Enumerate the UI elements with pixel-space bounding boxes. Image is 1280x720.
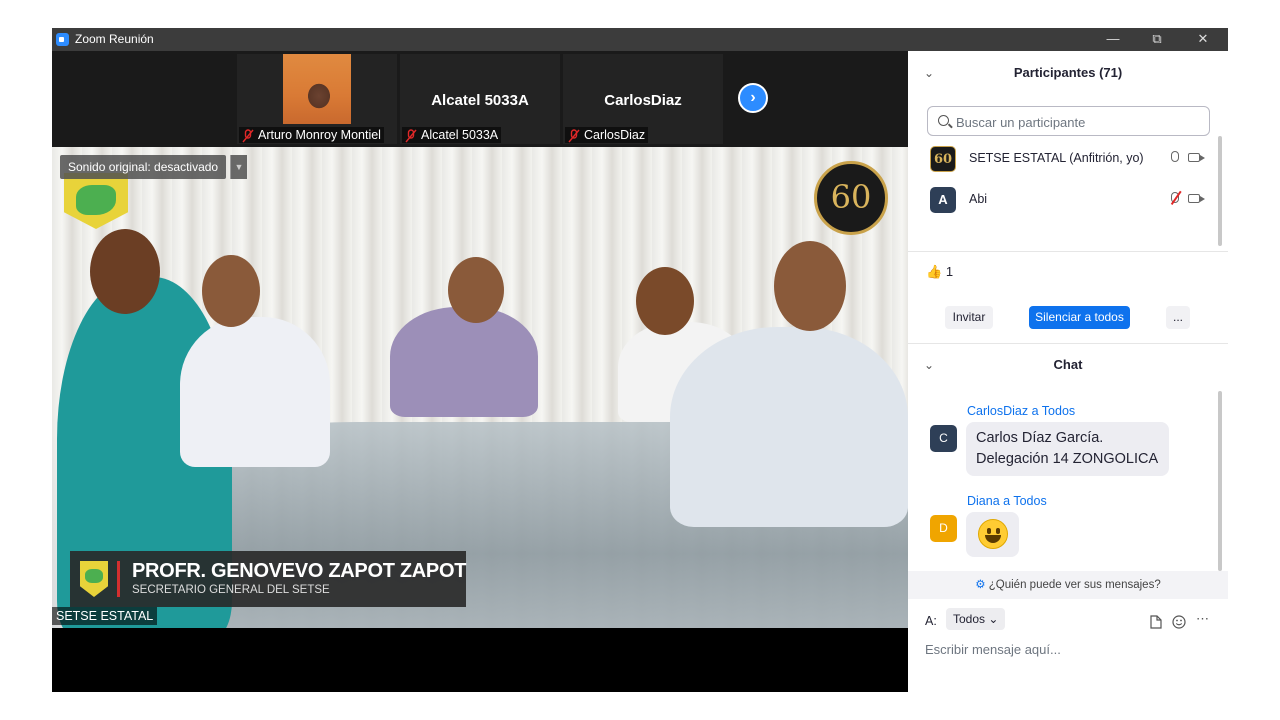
more-icon[interactable]: ⋯ — [1196, 611, 1209, 626]
camera-off-icon[interactable] — [1188, 194, 1205, 203]
mute-all-button[interactable]: Silenciar a todos — [1029, 306, 1130, 329]
active-speaker-video[interactable]: 60 Sonido original: desactivado ▼ PROFR.… — [52, 147, 908, 628]
participant-tile[interactable]: Alcatel 5033A Alcatel 5033A — [400, 54, 560, 144]
avatar: A — [930, 187, 956, 213]
anniversary-logo: 60 — [814, 161, 888, 235]
video-area: Arturo Monroy Montiel Alcatel 5033A Alca… — [52, 51, 908, 692]
tile-label: Alcatel 5033A — [402, 127, 502, 143]
zoom-app-icon — [56, 33, 69, 46]
chevron-down-icon: ⌄ — [988, 612, 999, 626]
window-title: Zoom Reunión — [75, 32, 154, 46]
restore-button[interactable]: ⧉ — [1134, 28, 1180, 51]
tile-display-name: Alcatel 5033A — [431, 92, 529, 109]
tile-label: CarlosDiaz — [565, 127, 649, 143]
mic-icon[interactable] — [1171, 151, 1179, 162]
tile-label-text: CarlosDiaz — [584, 128, 646, 142]
invite-button[interactable]: Invitar — [945, 306, 993, 329]
avatar: C — [930, 425, 957, 452]
person-head — [202, 255, 260, 327]
next-page-button[interactable]: › — [738, 83, 768, 113]
chevron-down-icon[interactable]: ⌄ — [924, 350, 934, 380]
participant-search[interactable] — [927, 106, 1210, 136]
person-head — [90, 229, 160, 314]
union-badge-icon — [80, 561, 108, 597]
muted-mic-icon — [568, 129, 580, 143]
original-sound-status[interactable]: Sonido original: desactivado — [60, 155, 227, 179]
close-button[interactable]: ✕ — [1180, 28, 1226, 51]
person-head — [774, 241, 846, 331]
avatar: 60 — [930, 146, 956, 172]
recipient-label: A: — [925, 614, 937, 628]
muted-mic-icon — [405, 129, 417, 143]
search-icon — [938, 115, 949, 126]
muted-mic-icon[interactable] — [1171, 192, 1179, 203]
speaker-name: PROFR. GENOVEVO ZAPOT ZAPOT — [132, 560, 467, 582]
thumbs-up-icon: 👍 — [926, 264, 943, 279]
chat-title: Chat — [1053, 357, 1083, 372]
who-can-see-messages[interactable]: ⚙ ¿Quién puede ver sus mensajes? — [908, 571, 1228, 599]
chat-message — [966, 512, 1019, 557]
speaker-role: SECRETARIO GENERAL DEL SETSE — [132, 584, 330, 596]
participants-header[interactable]: ⌄ Participantes (71) — [908, 58, 1228, 88]
camera-off-icon[interactable] — [1188, 153, 1205, 162]
chat-message-line: Carlos Díaz García. — [976, 430, 1104, 446]
participant-row[interactable]: A Abi — [928, 186, 1208, 214]
chat-message-sender: CarlosDiaz a Todos — [967, 404, 1076, 418]
side-panel: ⌄ Participantes (71) 60 SETSE ESTATAL (A… — [908, 51, 1228, 692]
participant-video-thumbnail — [283, 54, 351, 124]
chat-message: Carlos Díaz García. Delegación 14 ZONGOL… — [966, 422, 1169, 476]
more-options-button[interactable]: ... — [1166, 306, 1190, 329]
person-head — [636, 267, 694, 335]
zoom-window: Zoom Reunión — ⧉ ✕ Arturo Monroy Montiel… — [52, 28, 1228, 692]
tile-label-text: Alcatel 5033A — [421, 128, 499, 142]
person-figure — [390, 307, 538, 417]
chevron-down-icon[interactable]: ▼ — [230, 155, 247, 179]
participants-scrollbar[interactable] — [1218, 136, 1222, 246]
video-owner-label: SETSE ESTATAL — [52, 607, 158, 625]
reaction-count: 1 — [945, 264, 954, 279]
recipient-dropdown[interactable]: Todos ⌄ — [946, 608, 1006, 630]
recipient-value: Todos — [953, 612, 986, 626]
person-head — [448, 257, 504, 323]
tile-display-name: CarlosDiaz — [604, 92, 682, 109]
muted-mic-icon — [242, 129, 254, 143]
union-logo — [64, 173, 128, 229]
grinning-face-icon — [978, 519, 1008, 549]
avatar: D — [930, 515, 957, 542]
participant-name: SETSE ESTATAL (Anfitrión, yo) — [969, 151, 1144, 165]
speaker-lower-third: PROFR. GENOVEVO ZAPOT ZAPOT SECRETARIO G… — [70, 551, 466, 607]
minimize-button[interactable]: — — [1090, 28, 1136, 51]
file-icon[interactable] — [1150, 615, 1162, 629]
tile-label: Arturo Monroy Montiel — [239, 127, 384, 143]
participant-tile[interactable]: CarlosDiaz CarlosDiaz — [563, 54, 723, 144]
reaction-summary: 👍 1 — [926, 264, 953, 280]
search-input[interactable] — [954, 112, 1198, 132]
divider — [908, 343, 1228, 344]
chat-scrollbar[interactable] — [1218, 391, 1222, 571]
user-lock-icon: ⚙ — [975, 579, 986, 591]
tile-label-text: Arturo Monroy Montiel — [258, 128, 381, 142]
accent-bar — [117, 561, 120, 597]
emoji-icon[interactable] — [1172, 615, 1186, 629]
participant-row[interactable]: 60 SETSE ESTATAL (Anfitrión, yo) — [928, 145, 1208, 173]
chat-message-sender: Diana a Todos — [967, 494, 1047, 508]
chat-compose-input[interactable]: Escribir mensaje aquí... — [925, 642, 1061, 657]
chat-header[interactable]: ⌄ Chat — [908, 350, 1228, 380]
chevron-down-icon[interactable]: ⌄ — [924, 58, 934, 88]
person-figure — [670, 327, 908, 527]
participant-name: Abi — [969, 192, 988, 206]
who-can-see-text: ¿Quién puede ver sus mensajes? — [988, 579, 1161, 591]
title-bar: Zoom Reunión — ⧉ ✕ — [52, 28, 1228, 51]
divider — [908, 251, 1228, 252]
participants-title: Participantes (71) — [1013, 65, 1123, 80]
participant-tile[interactable]: Arturo Monroy Montiel — [237, 54, 397, 144]
gallery-strip: Arturo Monroy Montiel Alcatel 5033A Alca… — [52, 51, 908, 147]
chat-message-line: Delegación 14 ZONGOLICA — [976, 451, 1159, 467]
chevron-right-icon: › — [750, 89, 756, 106]
person-figure — [180, 317, 330, 467]
